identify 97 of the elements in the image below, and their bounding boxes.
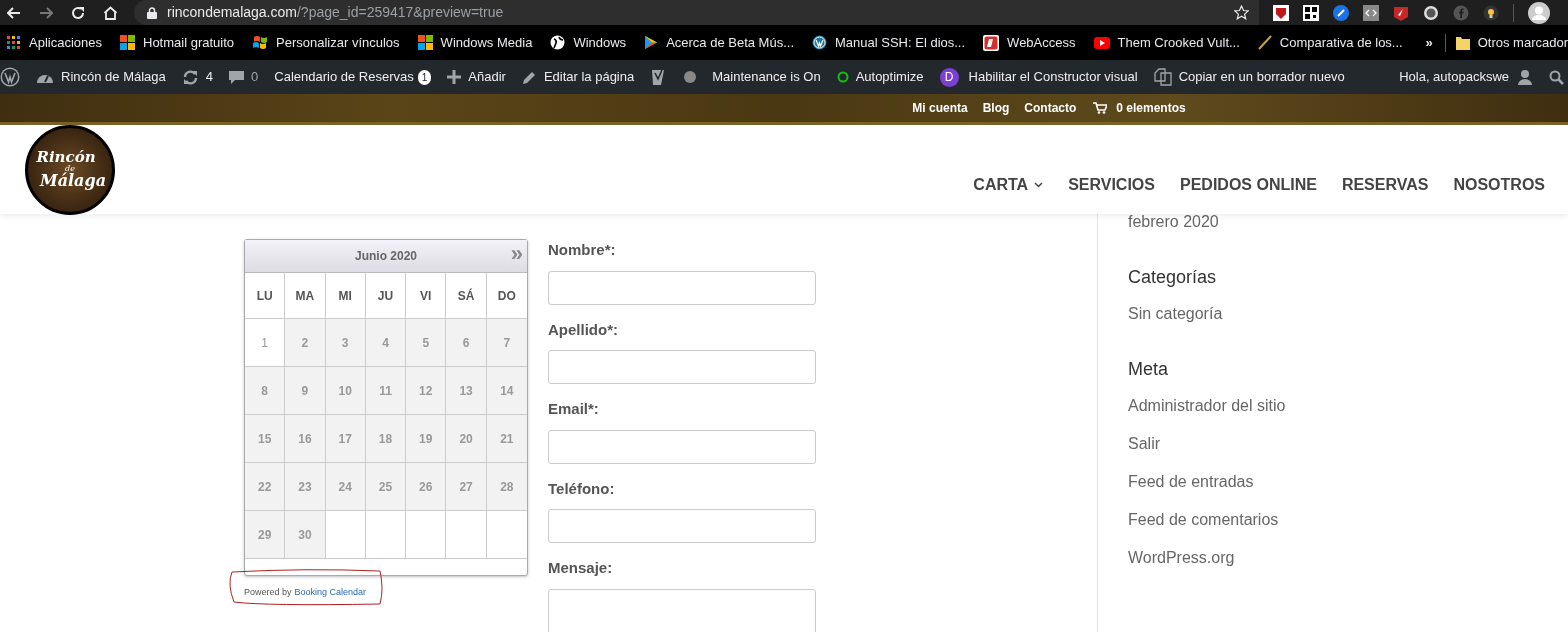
bookmark-link[interactable]: Hotmail gratuito (120, 32, 235, 53)
comments-link[interactable]: 0 (229, 67, 259, 87)
bookmark-link[interactable]: Personalizar vínculos (252, 32, 400, 53)
code-extension-icon[interactable] (1363, 4, 1379, 21)
menu-label: Calendario de Reservas (274, 68, 414, 87)
maintenance-link[interactable]: Maintenance is On (712, 67, 821, 87)
pencil-icon (521, 69, 537, 85)
sidebar-link[interactable]: WordPress.org (1128, 546, 1286, 570)
search-icon[interactable] (1549, 69, 1564, 85)
bookmark-link[interactable]: Comparativa de los... (1257, 32, 1403, 53)
count-badge: 1 (417, 69, 432, 85)
updates-link[interactable]: 4 (181, 67, 214, 87)
top-link[interactable]: Mi cuenta (912, 99, 968, 117)
menu-label: Habilitar el Constructor visual (968, 68, 1138, 87)
account-link[interactable]: Hola, autopackswe (1399, 67, 1533, 87)
nav-link[interactable]: NOSOTROS (1453, 173, 1545, 197)
rocket-extension-icon[interactable] (1393, 4, 1409, 21)
reload-icon[interactable] (71, 5, 85, 20)
input-field[interactable] (548, 270, 816, 305)
field-label: Mensaje: (548, 558, 614, 578)
archive-link[interactable]: febrero 2020 (1128, 210, 1286, 234)
builder-badge: D (939, 67, 959, 87)
status-dot-icon (684, 71, 697, 83)
bookmark-link[interactable]: Windows (550, 32, 627, 53)
day-cell: 1 (245, 319, 286, 367)
slash-stroke-icon (1257, 35, 1272, 50)
bookmark-link[interactable]: WebAccess (983, 32, 1076, 53)
wordpress-logo-icon[interactable] (0, 67, 20, 87)
bulb-extension-icon[interactable] (1483, 4, 1499, 21)
nav-link[interactable]: RESERVAS (1341, 173, 1429, 197)
copy-draft-link[interactable]: Copiar en un borrador nuevo (1153, 67, 1345, 87)
edit-page-link[interactable]: Editar la página (521, 67, 635, 87)
forward-arrow-icon[interactable] (39, 6, 53, 19)
folder-icon (1455, 35, 1470, 50)
cart-icon (1093, 102, 1108, 114)
back-arrow-icon[interactable] (7, 6, 21, 19)
copy-pages-icon (1153, 68, 1172, 86)
sidebar-link[interactable]: Sin categoría (1128, 302, 1286, 326)
lock-icon (147, 6, 157, 19)
cart-link[interactable]: 0 elementos (1093, 99, 1186, 117)
input-field[interactable] (548, 429, 816, 464)
plus-icon (447, 70, 462, 84)
circle-extension-icon[interactable] (1423, 4, 1439, 21)
autoptimize-link[interactable]: Autoptimize (836, 67, 924, 87)
powered-by-text: Powered by (244, 586, 292, 599)
letter-tile-icon (983, 34, 1000, 51)
address-bar[interactable]: rincondemalaga.com/?page_id=259417&preview=true (134, 0, 1259, 25)
field-label: Nombre*: (548, 240, 617, 260)
bookmark-folder[interactable]: Otros marcador (1455, 32, 1568, 53)
nav-link[interactable]: PEDIDOS ONLINE (1180, 173, 1317, 197)
field-label: Email*: (548, 399, 600, 419)
profile-avatar-icon[interactable] (1528, 1, 1550, 24)
visual-builder-link[interactable]: D Habilitar el Constructor visual (939, 67, 1138, 87)
site-logo[interactable]: Rincón de Málaga (25, 124, 115, 215)
link-extension-icon[interactable] (1333, 4, 1349, 21)
user-icon (1517, 69, 1533, 85)
field-label: Teléfono: (548, 478, 616, 499)
url-text: rincondemalaga.com/?page_id=259417&preview=true (167, 3, 504, 22)
home-icon[interactable] (103, 5, 118, 20)
widget-heading: Meta (1128, 358, 1170, 381)
site-name-link[interactable]: Rincón de Málaga (36, 67, 166, 87)
wavy-flag-icon (252, 35, 269, 50)
widget-heading: Categorías (1128, 266, 1218, 289)
bookmark-link[interactable]: Manual SSH: El dios... (812, 32, 966, 53)
sidebar-link[interactable]: Salir (1128, 432, 1286, 456)
nav-link[interactable]: CARTA (973, 173, 1044, 197)
field-label: Apellido*: (548, 319, 619, 340)
four-squares-icon (417, 35, 433, 50)
sidebar-link[interactable]: Administrador del sitio (1128, 394, 1286, 418)
booking-calendar-link[interactable]: Booking Calendar (294, 586, 367, 600)
shield-extension-icon[interactable] (1273, 4, 1289, 21)
bookmark-link[interactable]: Acerca de Beta Mús... (644, 32, 795, 53)
add-new-link[interactable]: Añadir (447, 67, 506, 87)
input-field[interactable] (548, 509, 816, 543)
month-title: Junio 2020 (355, 248, 417, 265)
bookmark-link[interactable]: Aplicaciones (7, 32, 102, 53)
ring-icon (836, 71, 849, 83)
top-link[interactable]: Blog (982, 99, 1010, 117)
globe-icon (550, 35, 566, 50)
four-squares-icon (120, 35, 135, 50)
bookmark-link[interactable]: Windows Media (417, 32, 533, 53)
input-field[interactable] (548, 350, 816, 384)
calendar-reservations-link[interactable]: Calendario de Reservas 1 (274, 67, 432, 87)
top-link[interactable]: Contacto (1024, 99, 1077, 117)
speech-bubble-icon (229, 69, 245, 85)
apps-grid-icon (7, 35, 21, 50)
nav-link[interactable]: SERVICIOS (1068, 173, 1155, 197)
refresh-icon (181, 69, 199, 85)
sidebar-link[interactable]: Feed de comentarios (1128, 508, 1286, 532)
star-icon[interactable] (1234, 5, 1249, 20)
more-bookmarks-chevron[interactable]: » (1425, 32, 1433, 53)
play-triangle-icon (644, 35, 659, 50)
wordpress-logo-icon (812, 35, 828, 50)
qr-code-icon[interactable] (1303, 4, 1319, 21)
video-play-icon (1093, 36, 1110, 49)
bookmark-link[interactable]: Them Crooked Vult... (1093, 32, 1240, 53)
sidebar-link[interactable]: Feed de entradas (1128, 470, 1286, 494)
